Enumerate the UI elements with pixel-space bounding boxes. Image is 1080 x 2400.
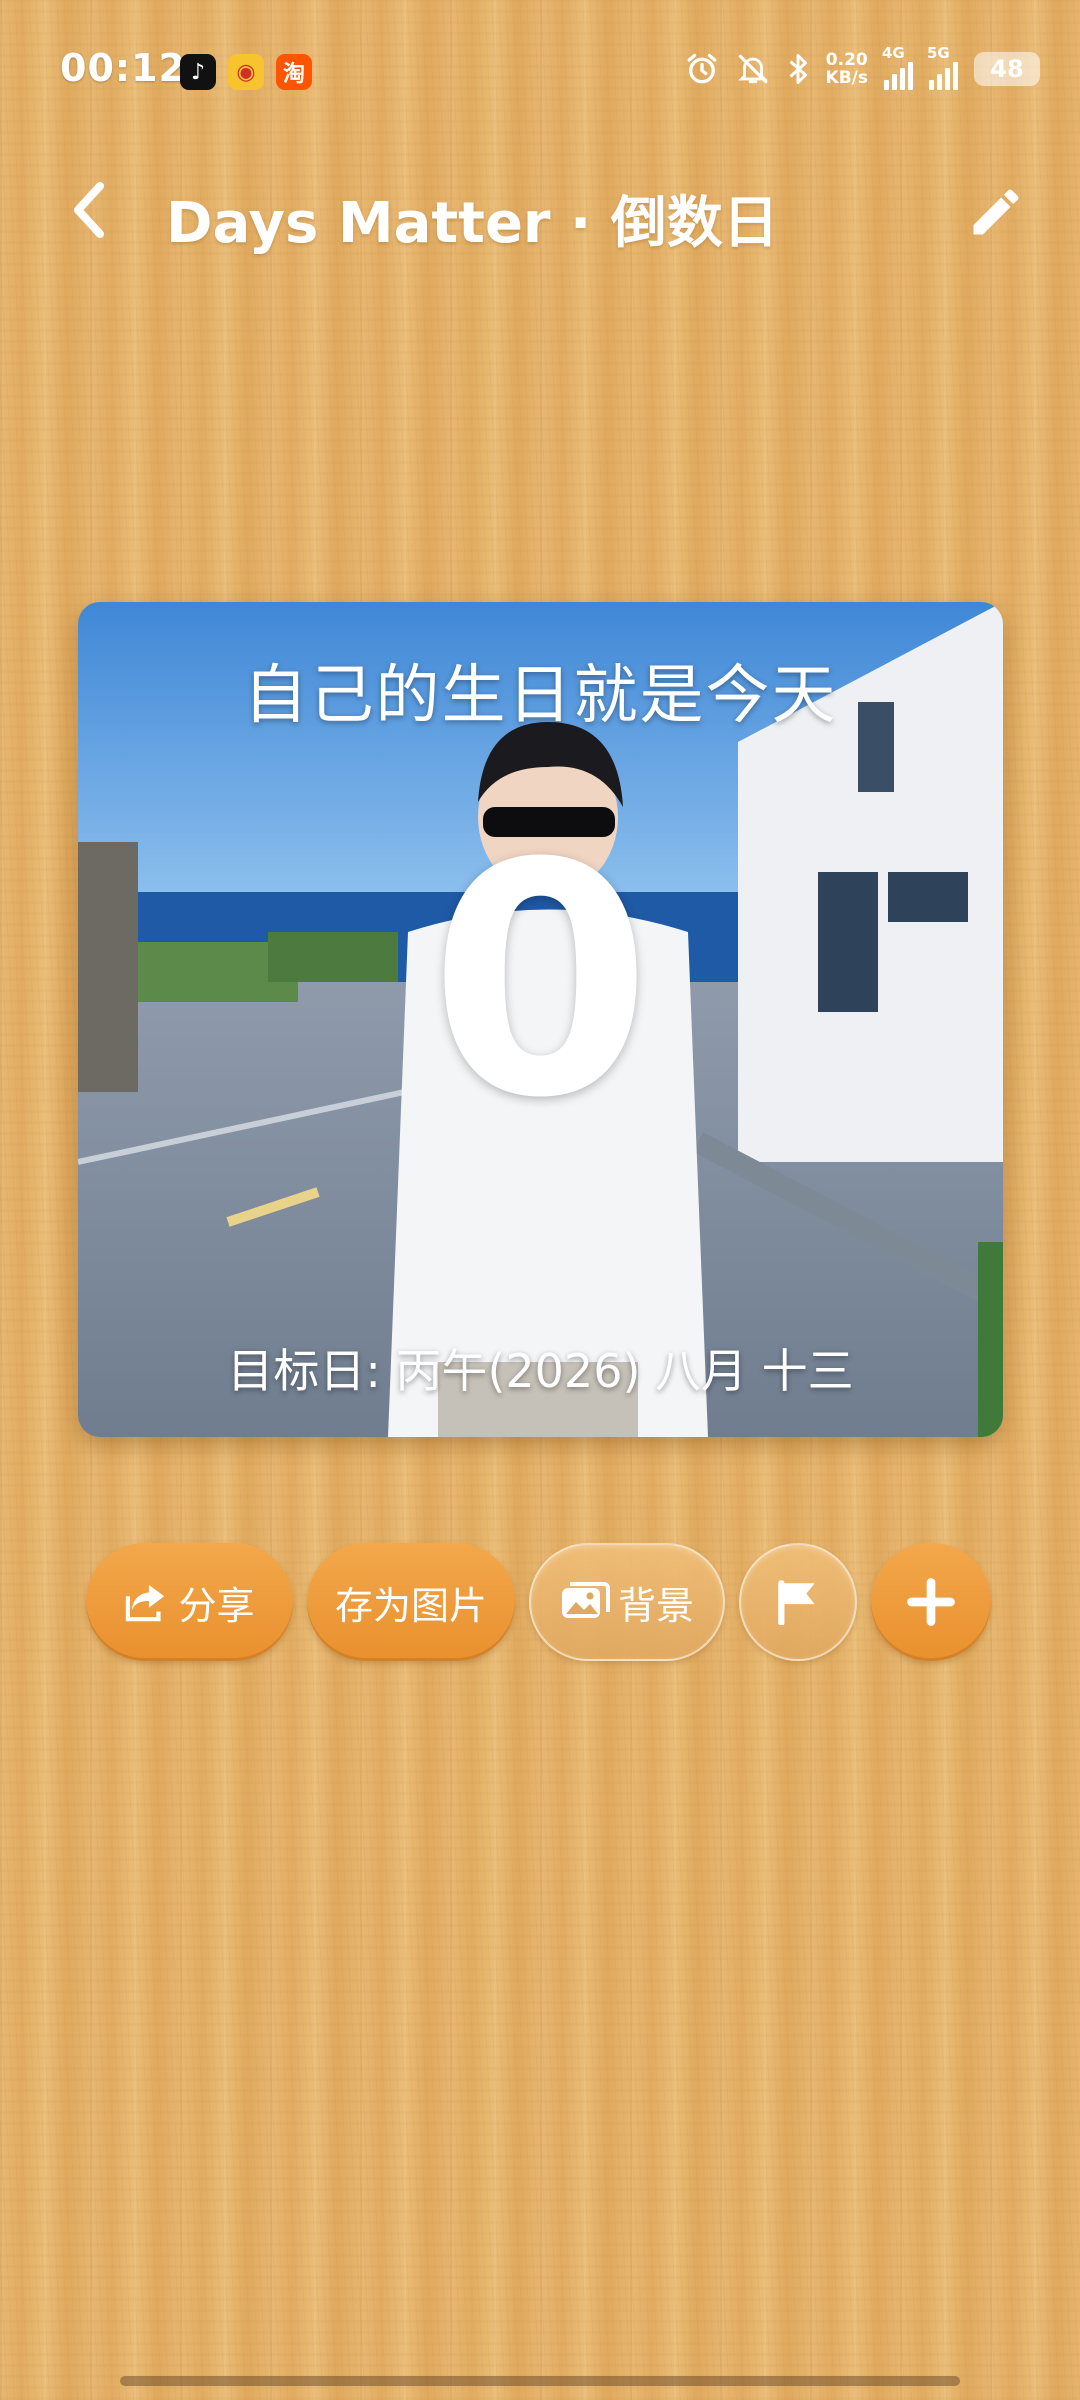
gesture-bar[interactable] [120,2376,960,2386]
signal-bar [892,74,897,90]
signal-4g-icon: 4G [882,44,913,90]
status-time: 00:12 [60,46,186,90]
signal-4g-label: 4G [882,44,905,62]
battery-indicator: 48 [974,52,1040,86]
network-speed-unit: KB/s [825,68,868,88]
event-title: 自己的生日就是今天 [243,659,838,733]
flag-button[interactable] [739,1543,857,1661]
pencil-icon [973,189,1019,235]
signal-bar [900,68,905,90]
tiktok-icon: ♪ [180,54,216,90]
add-button[interactable] [871,1543,991,1661]
page-title: Days Matter · 倒数日 [166,191,779,256]
status-notification-icons: ♪ ◉ 淘 [180,54,312,90]
flag-icon [778,1580,815,1625]
chevron-left-icon [74,182,104,238]
signal-bar [945,68,950,90]
bluetooth-icon [789,54,807,84]
share-button[interactable]: 分享 [86,1543,293,1661]
signal-bar [937,74,942,90]
app-header: Days Matter · 倒数日 [0,160,1080,260]
signal-bar [929,80,934,90]
signal-5g-label: 5G [927,44,950,62]
event-card[interactable]: 自己的生日就是今天 0 目标日: 丙午(2026) 八月 十三 [78,602,1003,1437]
network-speed-value: 0.20 [825,50,868,70]
mute-bell-icon [737,54,768,84]
network-speed: 0.20 KB/s [826,51,868,87]
action-bar: 分享 存为图片 背景 [86,1543,991,1661]
share-label: 分享 [178,1583,255,1628]
signal-bar [908,62,913,90]
save-image-label: 存为图片 [334,1583,487,1628]
signal-5g-icon: 5G [927,44,958,90]
signal-bar [884,80,889,90]
back-button[interactable] [50,170,130,250]
days-remaining: 0 [429,796,652,1168]
background-button[interactable]: 背景 [529,1543,725,1661]
taobao-icon: 淘 [276,54,312,90]
status-right-group: 0.20 KB/s 4G 5G 48 [684,44,1040,90]
alarm-icon [687,53,716,84]
signal-bar [953,62,958,90]
status-bar: 00:12 ♪ ◉ 淘 0.20 KB/s 4G 5G 48 [0,0,1080,140]
plus-icon [907,1578,955,1626]
battery-level: 48 [990,55,1024,83]
weibo-icon: ◉ [228,54,264,90]
background-label: 背景 [617,1583,694,1628]
edit-button[interactable] [956,172,1036,252]
share-icon [126,1584,165,1622]
target-date: 目标日: 丙午(2026) 八月 十三 [227,1344,854,1398]
save-image-button[interactable]: 存为图片 [307,1543,515,1661]
image-icon [561,1582,610,1618]
